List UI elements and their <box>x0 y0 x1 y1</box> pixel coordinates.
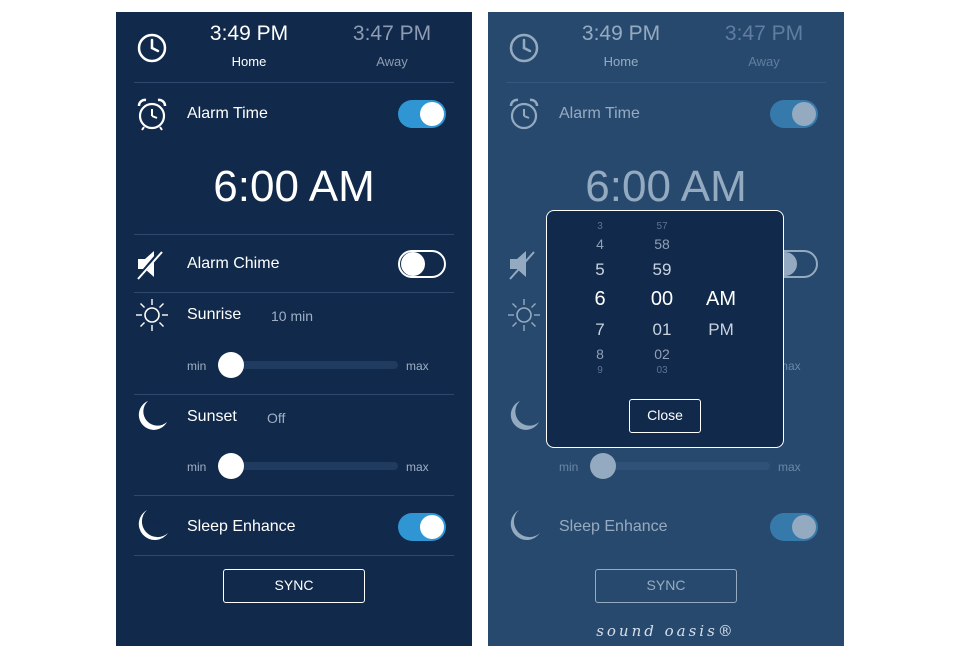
toggle-knob <box>401 252 425 276</box>
minute-wheel[interactable]: 57 58 59 00 01 02 03 <box>642 211 682 381</box>
hour-option[interactable]: 6 <box>585 289 615 309</box>
alarm-time-label: Alarm Time <box>187 105 268 122</box>
sync-button[interactable]: SYNC <box>223 569 365 603</box>
sunrise-slider[interactable] <box>218 352 398 378</box>
alarm-settings-screen: 3:49 PM Home 3:47 PM Away Alarm Time 6:0… <box>116 12 472 646</box>
period-option[interactable]: AM <box>699 289 743 309</box>
hour-option[interactable]: 3 <box>585 222 615 232</box>
divider <box>134 82 454 83</box>
sleep-enhance-badge: SE <box>150 518 164 529</box>
sunrise-slider-min-label: min <box>187 359 207 373</box>
alarm-clock-icon <box>137 98 167 131</box>
minute-option[interactable]: 59 <box>642 261 682 278</box>
minute-option[interactable]: 02 <box>642 347 682 361</box>
sunset-slider-min-label: min <box>187 460 207 474</box>
period-wheel[interactable]: AM PM <box>699 211 743 381</box>
toggle-knob <box>420 102 444 126</box>
minute-option[interactable]: 57 <box>642 222 682 232</box>
sunrise-slider-thumb[interactable] <box>218 352 244 378</box>
home-time: 3:49 PM <box>209 22 289 45</box>
sunrise-slider-max-label: max <box>406 359 429 373</box>
time-picker-modal: 3 4 5 6 7 8 9 57 58 59 00 01 02 03 AM PM Close <box>546 210 784 448</box>
toggle-knob <box>420 515 444 539</box>
hour-wheel[interactable]: 3 4 5 6 7 8 9 <box>585 211 615 381</box>
minute-option[interactable]: 58 <box>642 237 682 251</box>
time-picker-screen: 3:49 PM Home 3:47 PM Away Alarm Time 6:0… <box>488 12 844 646</box>
minute-option[interactable]: 01 <box>642 321 682 338</box>
home-label: Home <box>231 54 267 69</box>
hour-option[interactable]: 5 <box>585 261 615 278</box>
sunset-label: Sunset <box>187 408 237 425</box>
divider <box>134 495 454 496</box>
hour-option[interactable]: 7 <box>585 321 615 338</box>
away-time-column[interactable]: 3:47 PM Away <box>322 22 462 69</box>
home-time-column[interactable]: 3:49 PM Home <box>179 22 319 69</box>
sun-icon <box>136 299 168 331</box>
clock-row: 3:49 PM Home 3:47 PM Away <box>116 12 472 84</box>
period-option[interactable]: PM <box>699 321 743 338</box>
alarm-chime-toggle[interactable] <box>398 250 446 278</box>
clock-icon <box>137 33 167 63</box>
divider <box>134 234 454 235</box>
brand-logo: sound oasis® <box>596 622 736 640</box>
sunset-slider-max-label: max <box>406 460 429 474</box>
sunrise-label: Sunrise <box>187 306 242 323</box>
sunset-slider-thumb[interactable] <box>218 453 244 479</box>
alarm-time-toggle[interactable] <box>398 100 446 128</box>
divider <box>134 292 454 293</box>
divider <box>134 555 454 556</box>
sunset-slider[interactable] <box>218 453 398 479</box>
alarm-chime-label: Alarm Chime <box>187 255 280 272</box>
hour-option[interactable]: 9 <box>585 366 615 376</box>
away-time: 3:47 PM <box>352 22 432 45</box>
close-button[interactable]: Close <box>629 399 701 433</box>
sleep-enhance-label: Sleep Enhance <box>187 518 296 535</box>
alarm-time-display[interactable]: 6:00 AM <box>116 162 472 212</box>
muted-speaker-icon <box>135 249 163 281</box>
divider <box>134 394 454 395</box>
hour-option[interactable]: 4 <box>585 237 615 251</box>
hour-option[interactable]: 8 <box>585 347 615 361</box>
minute-option[interactable]: 03 <box>642 366 682 376</box>
sunset-value: Off <box>267 410 286 426</box>
sleep-enhance-moon-icon: SE <box>138 510 168 540</box>
minute-option[interactable]: 00 <box>642 289 682 309</box>
sleep-enhance-toggle[interactable] <box>398 513 446 541</box>
sunrise-value: 10 min <box>271 308 314 324</box>
moon-icon <box>138 401 167 430</box>
away-label: Away <box>376 54 408 69</box>
